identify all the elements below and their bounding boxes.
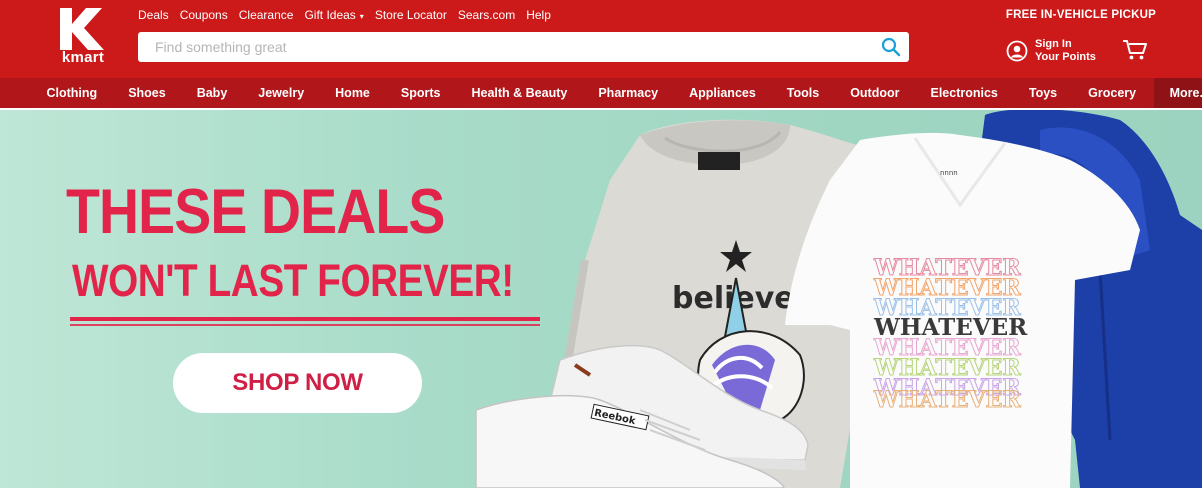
link-store-locator[interactable]: Store Locator	[375, 8, 447, 24]
user-icon	[1006, 40, 1028, 62]
kmart-logo[interactable]: kmart	[56, 8, 110, 66]
your-points-label: Your Points	[1035, 51, 1096, 63]
link-gift-ideas[interactable]: Gift Ideas ▾	[304, 8, 363, 24]
header-bar: kmart Deals Coupons Clearance Gift Ideas…	[0, 0, 1202, 78]
nav-electronics[interactable]: Electronics	[915, 78, 1013, 108]
headline-divider-thin	[70, 324, 540, 326]
link-clearance[interactable]: Clearance	[239, 8, 294, 24]
cart-icon[interactable]	[1122, 39, 1148, 61]
nav-baby[interactable]: Baby	[181, 78, 243, 108]
hero-banner[interactable]: believe nnnn WHATEVER WHATEVER WHATEVER …	[0, 110, 1202, 488]
nav-pharmacy[interactable]: Pharmacy	[583, 78, 674, 108]
account-labels: Sign In Your Points	[1035, 38, 1096, 64]
caret-down-icon: ▾	[359, 12, 364, 21]
page-bottom	[0, 488, 1202, 500]
hero-subheadline: WON'T LAST FOREVER!	[72, 255, 514, 306]
search-input[interactable]	[138, 32, 868, 62]
logo-word: kmart	[61, 49, 105, 66]
sign-in-button[interactable]: Sign In Your Points	[1006, 37, 1096, 65]
search-icon[interactable]	[881, 37, 901, 57]
nav-health-beauty[interactable]: Health & Beauty	[456, 78, 583, 108]
nav-shoes[interactable]: Shoes	[113, 78, 182, 108]
link-coupons[interactable]: Coupons	[180, 8, 228, 24]
svg-text:nnnn: nnnn	[940, 169, 958, 177]
nav-toys[interactable]: Toys	[1013, 78, 1072, 108]
sign-in-label: Sign In	[1035, 38, 1072, 50]
utility-links: Deals Coupons Clearance Gift Ideas ▾ Stor…	[138, 8, 562, 24]
nav-more[interactable]: More...	[1153, 78, 1202, 108]
gift-ideas-label: Gift Ideas	[304, 8, 356, 22]
nav-grocery[interactable]: Grocery	[1073, 78, 1152, 108]
link-deals[interactable]: Deals	[138, 8, 169, 24]
nav-sports[interactable]: Sports	[385, 78, 456, 108]
link-sears[interactable]: Sears.com	[458, 8, 515, 24]
nav-home[interactable]: Home	[320, 78, 386, 108]
link-help[interactable]: Help	[526, 8, 551, 24]
headline-divider	[70, 317, 540, 321]
shop-now-button[interactable]: SHOP NOW	[173, 353, 422, 413]
search-bar	[138, 32, 909, 62]
nav-jewelry[interactable]: Jewelry	[243, 78, 320, 108]
pickup-promo[interactable]: FREE IN-VEHICLE PICKUP	[1006, 9, 1156, 21]
nav-clothing[interactable]: Clothing	[31, 78, 113, 108]
k-logo-icon	[60, 8, 104, 50]
nav-tools[interactable]: Tools	[771, 78, 834, 108]
nav-outdoor[interactable]: Outdoor	[835, 78, 915, 108]
category-nav: Clothing Shoes Baby Jewelry Home Sports …	[0, 78, 1202, 108]
tshirt-text-7: WHATEVER	[873, 387, 1021, 413]
hero-headline: THESE DEALS	[66, 177, 445, 247]
nav-appliances[interactable]: Appliances	[674, 78, 772, 108]
